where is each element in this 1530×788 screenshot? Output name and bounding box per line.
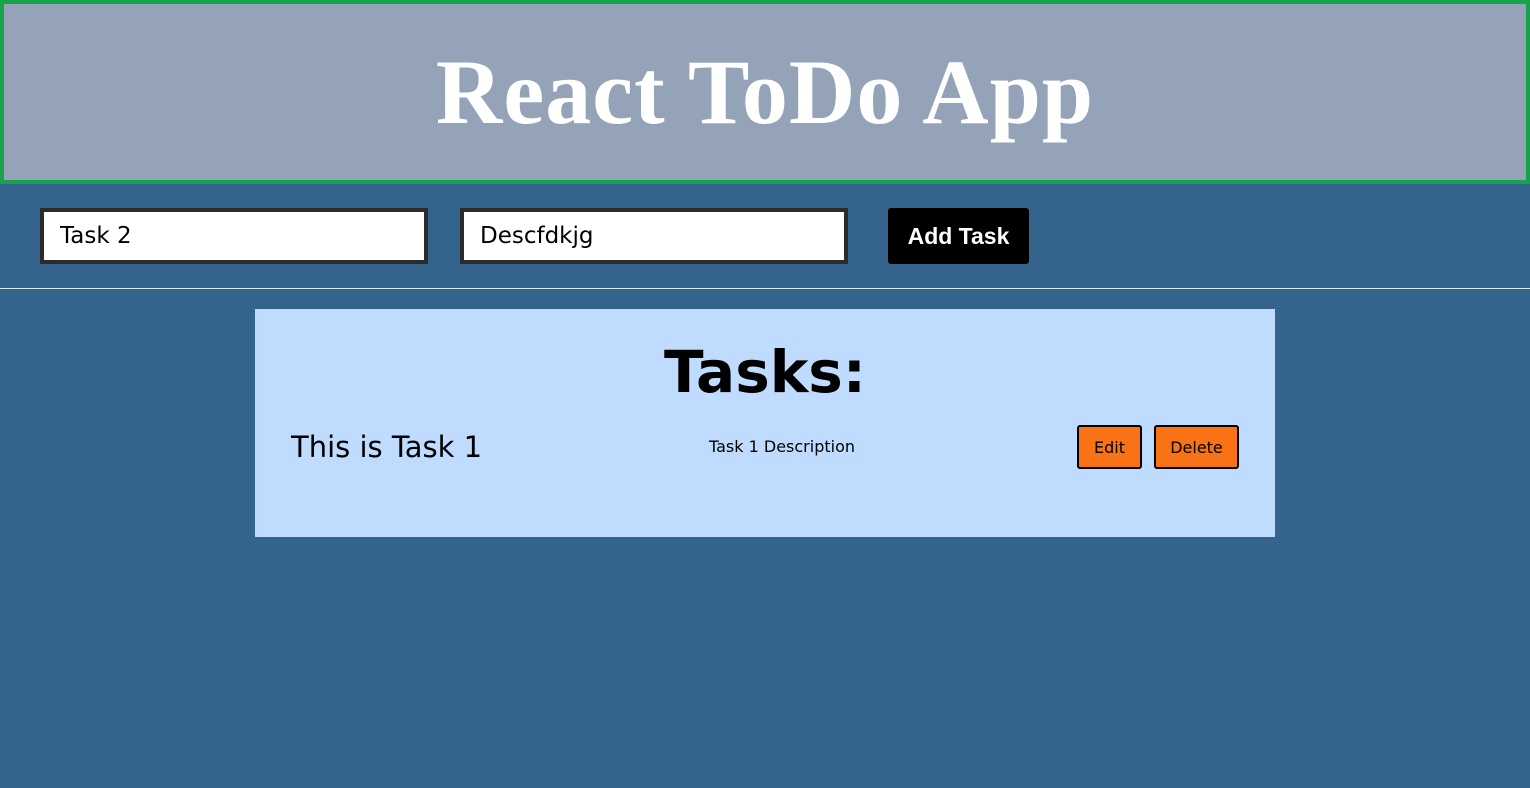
task-item: This is Task 1 Task 1 Description Edit D…: [255, 425, 1275, 469]
app-header: React ToDo App: [0, 0, 1530, 184]
tasks-panel: Tasks: This is Task 1 Task 1 Description…: [255, 309, 1275, 537]
task-title: This is Task 1: [291, 430, 483, 464]
edit-task-button[interactable]: Edit: [1077, 425, 1142, 469]
divider: [0, 288, 1530, 289]
delete-task-button[interactable]: Delete: [1154, 425, 1239, 469]
add-task-button[interactable]: Add Task: [888, 208, 1029, 264]
tasks-heading: Tasks:: [663, 338, 867, 406]
app-title: React ToDo App: [435, 41, 1095, 143]
task-title-input[interactable]: [40, 208, 428, 264]
task-description: Task 1 Description: [709, 437, 856, 456]
task-form: Add Task: [0, 184, 1530, 288]
task-description-input[interactable]: [460, 208, 848, 264]
